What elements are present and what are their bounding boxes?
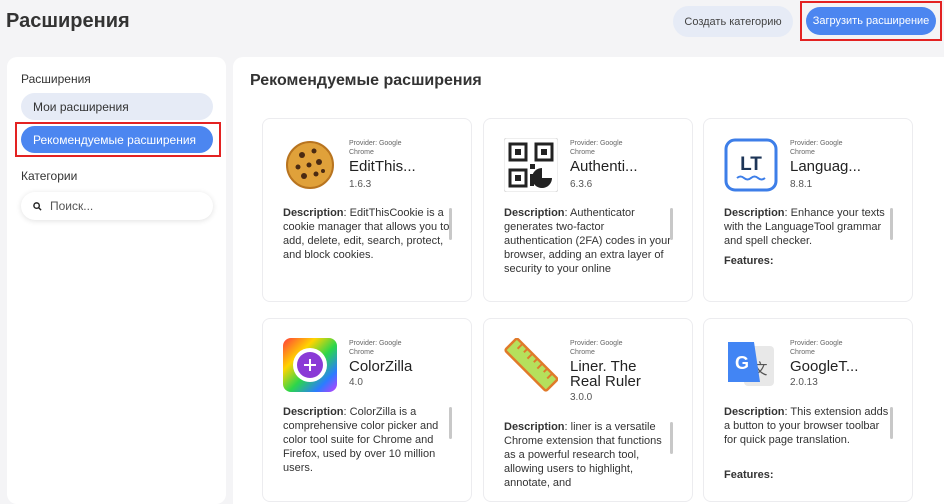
extension-card-colorzilla[interactable]: Provider: Google Chrome ColorZilla 4.0 D…	[262, 318, 472, 502]
languagetool-icon: LT	[724, 138, 778, 192]
section-title: Рекомендуемые расширения	[250, 72, 482, 89]
search-box[interactable]	[21, 192, 213, 220]
card-provider: Provider: Google Chrome	[790, 340, 843, 356]
svg-text:LT: LT	[740, 154, 762, 175]
top-bar: Расширения Создать категорию Загрузить р…	[0, 0, 944, 50]
recommended-highlight: Рекомендуемые расширения	[15, 122, 221, 157]
card-description: Description: Enhance your texts with the…	[724, 206, 892, 248]
card-version: 2.0.13	[790, 377, 818, 388]
card-version: 1.6.3	[349, 179, 372, 190]
card-provider: Provider: Google Chrome	[349, 340, 402, 356]
color-wheel-icon	[283, 338, 337, 392]
card-scrollbar[interactable]	[670, 422, 673, 454]
extension-card-google-translate[interactable]: 文 G Provider: Google Chrome GoogleT... 2…	[703, 318, 913, 502]
sidebar-categories-heading: Категории	[21, 169, 78, 183]
card-provider: Provider: Google Chrome	[570, 340, 623, 356]
card-description-label: Description	[504, 207, 565, 219]
card-name: ColorZilla	[349, 359, 413, 374]
sidebar-item-recommended[interactable]: Рекомендуемые расширения	[21, 126, 213, 153]
sidebar: Расширения Мои расширения Рекомендуемые …	[7, 57, 226, 504]
card-scrollbar[interactable]	[670, 208, 673, 240]
sidebar-extensions-heading: Расширения	[21, 72, 91, 86]
card-description-label: Description	[724, 207, 785, 219]
svg-text:G: G	[735, 353, 749, 373]
extension-card-languagetool[interactable]: LT Provider: Google Chrome Languag... 8.…	[703, 118, 913, 302]
search-input[interactable]	[50, 199, 200, 213]
card-version: 6.3.6	[570, 179, 593, 190]
card-features: Features:	[724, 469, 774, 481]
card-description-label: Description	[504, 421, 565, 433]
search-icon	[33, 201, 42, 211]
card-version: 8.8.1	[790, 179, 813, 190]
upload-button-highlight: Загрузить расширение	[800, 1, 942, 41]
extension-card-authenticator[interactable]: Provider: Google Chrome Authenti... 6.3.…	[483, 118, 693, 302]
upload-extension-button[interactable]: Загрузить расширение	[806, 7, 936, 35]
create-category-button[interactable]: Создать категорию	[673, 6, 793, 37]
qr-code-icon	[504, 138, 558, 192]
card-provider: Provider: Google Chrome	[349, 140, 402, 156]
card-name: Liner. The Real Ruler	[570, 359, 641, 389]
ruler-icon	[504, 338, 558, 392]
card-name: GoogleT...	[790, 359, 859, 374]
card-name: Authenti...	[570, 159, 638, 174]
card-name: Languag...	[790, 159, 861, 174]
google-translate-icon: 文 G	[728, 342, 774, 386]
card-description-label: Description	[283, 207, 344, 219]
card-description: Description: This extension adds a butto…	[724, 405, 892, 461]
sidebar-item-my-extensions[interactable]: Мои расширения	[21, 93, 213, 120]
card-description: Description: ColorZilla is a comprehensi…	[283, 405, 451, 475]
card-name: EditThis...	[349, 159, 416, 174]
card-version: 4.0	[349, 377, 363, 388]
card-description: Description: Authenticator generates two…	[504, 206, 672, 276]
card-provider: Provider: Google Chrome	[570, 140, 623, 156]
extension-card-editthiscookie[interactable]: Provider: Google Chrome EditThis... 1.6.…	[262, 118, 472, 302]
card-features: Features:	[724, 255, 774, 267]
card-scrollbar[interactable]	[449, 407, 452, 439]
card-provider: Provider: Google Chrome	[790, 140, 843, 156]
card-version: 3.0.0	[570, 392, 593, 403]
card-description-label: Description	[283, 406, 344, 418]
main-panel: Рекомендуемые расширения Provider: Googl…	[233, 57, 944, 504]
card-scrollbar[interactable]	[890, 407, 893, 439]
card-description: Description: liner is a versatile Chrome…	[504, 420, 672, 490]
page-title: Расширения	[6, 10, 130, 32]
card-description-label: Description	[724, 406, 785, 418]
card-description: Description: EditThisCookie is a cookie …	[283, 206, 451, 276]
card-scrollbar[interactable]	[890, 208, 893, 240]
extension-card-liner[interactable]: Provider: Google Chrome Liner. The Real …	[483, 318, 693, 502]
cookie-icon	[286, 141, 334, 189]
card-scrollbar[interactable]	[449, 208, 452, 240]
